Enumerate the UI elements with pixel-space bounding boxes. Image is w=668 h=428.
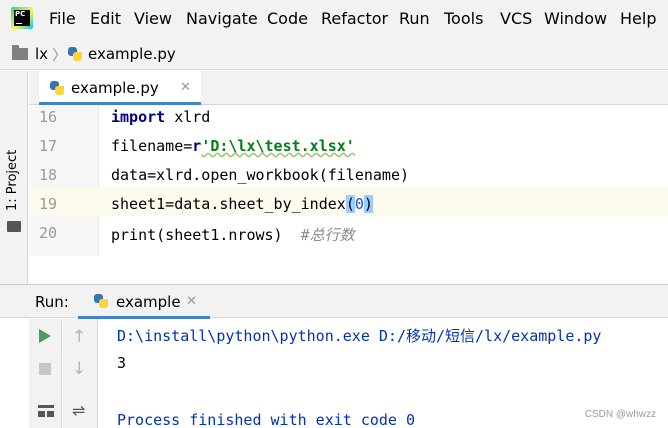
soft-wrap-icon[interactable]: ⇌ — [72, 401, 85, 420]
chevron-right-icon: 〉 — [52, 46, 68, 64]
tab-label: example.py — [71, 79, 159, 97]
pycharm-logo-icon: PC — [11, 7, 33, 29]
python-run-config-icon — [94, 294, 108, 308]
code-line[interactable]: data=xlrd.open_workbook(filename) — [111, 166, 409, 184]
console-command-line[interactable]: D:\install\python\python.exe D:/移动/短信/lx… — [117, 325, 601, 346]
python-file-icon — [68, 47, 82, 61]
scroll-up-arrow-icon[interactable]: ↑ — [72, 327, 86, 347]
folder-icon — [12, 45, 28, 60]
run-panel-header: Run: example ✕ — [0, 284, 668, 319]
code-line[interactable]: sheet1=data.sheet_by_index(0) — [111, 195, 373, 213]
menu-bar: PC File Edit View Navigate Code Refactor… — [0, 0, 668, 38]
breadcrumb: lx 〉 example.py — [0, 38, 668, 70]
tab-example-py[interactable]: example.py ✕ — [39, 71, 201, 105]
stop-icon[interactable] — [39, 363, 51, 375]
layout-icon[interactable] — [38, 405, 54, 417]
menu-navigate[interactable]: Navigate — [186, 9, 258, 28]
rerun-play-icon[interactable] — [39, 329, 51, 343]
run-toolbar-secondary: ↑ ↓ ⇌ — [63, 319, 98, 428]
watermark: CSDN @whwzz — [584, 409, 656, 420]
menu-vcs[interactable]: VCS — [500, 9, 532, 28]
console-result-line: 3 — [117, 354, 127, 372]
run-tab-label: example — [116, 293, 181, 311]
code-line[interactable]: filename=r'D:\lx\test.xlsx' — [111, 137, 355, 155]
code-line[interactable]: print(sheet1.nrows) #总行数 — [111, 224, 355, 245]
logo-text: PC — [15, 10, 26, 18]
tab-run-example[interactable]: example ✕ — [78, 285, 210, 319]
line-number: 16 — [38, 108, 57, 126]
console-exit-line: Process finished with exit code 0 — [117, 411, 416, 428]
menu-help[interactable]: Help — [620, 9, 656, 28]
menu-tools[interactable]: Tools — [444, 9, 483, 28]
structure-folder-icon[interactable] — [7, 221, 21, 232]
console-output[interactable]: D:\install\python\python.exe D:/移动/短信/lx… — [99, 319, 668, 428]
line-number: 17 — [38, 137, 57, 155]
close-icon[interactable]: ✕ — [180, 80, 191, 95]
python-file-icon — [50, 81, 64, 95]
menu-refactor[interactable]: Refactor — [321, 9, 388, 28]
close-icon[interactable]: ✕ — [186, 294, 197, 309]
menu-code[interactable]: Code — [267, 9, 308, 28]
menu-run[interactable]: Run — [399, 9, 430, 28]
breadcrumb-file[interactable]: example.py — [88, 45, 176, 63]
menu-window[interactable]: Window — [544, 9, 607, 28]
line-number: 20 — [38, 224, 57, 242]
line-number: 18 — [38, 166, 57, 184]
menu-view[interactable]: View — [134, 9, 172, 28]
line-number: 19 — [38, 195, 57, 213]
run-panel-title: Run: — [35, 293, 69, 311]
code-line[interactable]: import xlrd — [111, 108, 210, 126]
project-tool-window-button[interactable]: 1: Project — [5, 150, 20, 211]
breadcrumb-project[interactable]: lx — [35, 45, 48, 63]
left-tool-strip: 1: Project — [0, 71, 28, 289]
run-toolbar-primary — [29, 319, 62, 428]
menu-file[interactable]: File — [49, 9, 76, 28]
editor-tab-bar: example.py ✕ — [29, 71, 668, 105]
code-editor[interactable]: import xlrd filename=r'D:\lx\test.xlsx' … — [99, 106, 668, 256]
scroll-down-arrow-icon[interactable]: ↓ — [72, 359, 86, 379]
menu-edit[interactable]: Edit — [90, 9, 121, 28]
line-number-gutter: 16 17 18 19 20 — [29, 106, 99, 256]
